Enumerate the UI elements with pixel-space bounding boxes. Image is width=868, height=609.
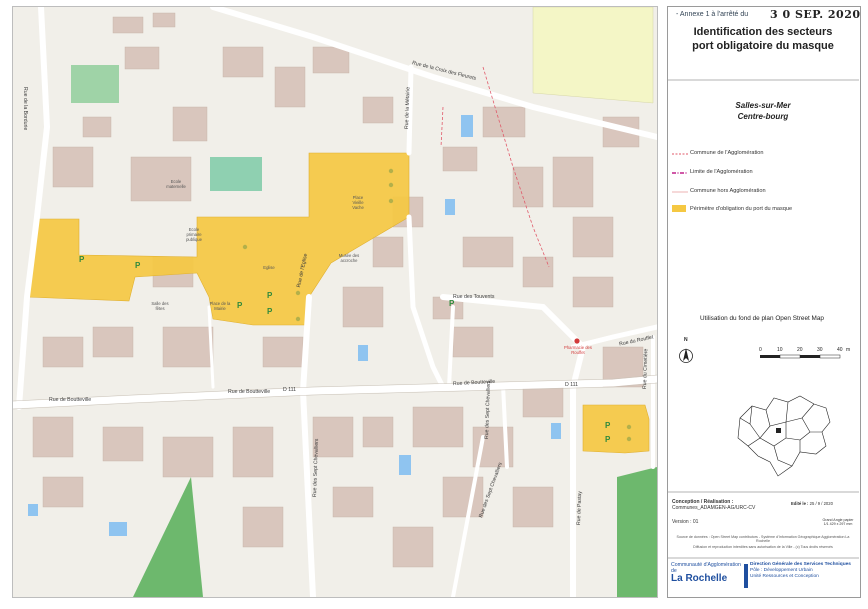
map-canvas[interactable]: Rue de la Bordurie Rue de la Croix des F… [12, 6, 658, 598]
meta-sources: Source de données : Open Street Map cont… [676, 535, 850, 543]
meta-edited-label: Edité le : [791, 501, 809, 506]
meta-edited-value: 25 / 9 / 2020 [809, 501, 833, 506]
map-base [13, 7, 657, 597]
label-salle-des-fetes: Salle des fêtes [151, 301, 169, 312]
label-musee: Musée des accroche [338, 253, 360, 264]
parking-4: P [267, 291, 273, 300]
pool-5 [551, 423, 561, 439]
parking-1: P [79, 255, 85, 264]
pool-6 [28, 504, 38, 516]
pool-4 [399, 455, 411, 475]
divider-2 [667, 491, 859, 493]
title-line-1: Identification des secteurs [693, 26, 833, 38]
label-place-mairie: Place de la Mairie [209, 301, 231, 312]
parking-7: P [605, 435, 611, 444]
label-place-vieille: Place Vieille Vache [352, 195, 364, 211]
place-line-2: Centre-bourg [737, 112, 789, 122]
dir-line-3: Unité Ressources et Conception [750, 573, 819, 579]
label-eglise: Eglise [263, 265, 275, 270]
meta-edited: Edité le : 25 / 9 / 2020 [791, 501, 833, 506]
scale-tick-0: 0 [759, 347, 762, 353]
handwritten-date: 3 0 SEP. 2020 [770, 8, 861, 21]
pharmacy-marker [574, 338, 580, 344]
label-d111-a: D 111 [283, 387, 297, 393]
school-field [210, 157, 262, 191]
place-name: Salles-sur-Mer Centre-bourg [670, 100, 856, 122]
divider-3 [667, 557, 859, 559]
org-logo: Communauté d'Agglomération de La Rochell… [671, 562, 745, 590]
org-line-2: La Rochelle [671, 573, 728, 584]
legend-symbol-limite [672, 172, 688, 174]
meta-conception: Conception / Réalisation : Communes_ADAM… [672, 499, 788, 511]
label-pharmacie: Pharmacie des Rouffet [564, 345, 592, 356]
legend-label-limite: Limite de l'Agglomération [690, 169, 753, 175]
sports-field [71, 65, 119, 103]
annex-label: - Annexe 1 à l'arrêté du [676, 11, 749, 18]
direction-block: Direction Générale des Services Techniqu… [750, 562, 855, 580]
parking-5: P [267, 307, 273, 316]
pool-7 [109, 522, 127, 536]
legend-symbol-hors [672, 191, 688, 193]
label-ecole-maternelle: Ecole maternelle [166, 179, 186, 190]
woods-left [133, 477, 203, 597]
scale-bar [760, 354, 841, 359]
parking-2: P [135, 261, 141, 270]
meta-version: Version : 01 [672, 519, 699, 525]
pool-2 [445, 199, 455, 215]
parking-6: P [605, 421, 611, 430]
parking-3: P [237, 301, 243, 310]
place-line-1: Salles-sur-Mer [735, 101, 791, 110]
pool-3 [358, 345, 368, 361]
legend-symbol-perimetre [672, 205, 686, 212]
legend-symbol-commune [672, 153, 688, 155]
scale-tick-10: 10 [777, 347, 783, 353]
label-rue-boutteville-mid: Rue de Boutteville [228, 389, 271, 395]
scale-unit: m [846, 347, 851, 353]
north-arrow-icon [679, 348, 693, 363]
meta-reproduction: Diffusion et reproduction interdites san… [693, 545, 833, 549]
scale-tick-40: 40 [837, 347, 843, 353]
title-line-2: port obligatoire du masque [692, 39, 834, 52]
pool-1 [461, 115, 473, 137]
legend-label-commune: Commune de l'Agglomération [690, 150, 764, 156]
label-rue-bordurie: Rue de la Bordurie [22, 87, 28, 131]
locator-map [737, 395, 831, 477]
open-field [532, 7, 654, 104]
scale-tick-30: 30 [817, 347, 823, 353]
north-label: N [684, 337, 688, 343]
woods-right [617, 467, 657, 597]
label-ecole-primaire: Ecole primaire publique [186, 227, 202, 243]
legend-label-perimetre: Périmètre d'obligation du port du masque [690, 206, 793, 212]
meta-conception-value: Communes_ADAMGEN-AG/URC-CV [672, 505, 756, 511]
osm-note: Utilisation du fond de plan Open Street … [700, 315, 824, 322]
label-rue-boutteville-left: Rue de Boutteville [49, 397, 92, 403]
legend-label-hors: Commune hors Agglomération [690, 188, 766, 194]
scale-tick-20: 20 [797, 347, 803, 353]
mask-zone-east [582, 404, 650, 454]
parking-8: P [449, 299, 455, 308]
label-rue-touvents: Rue des Touvents [453, 294, 495, 300]
label-d111-b: D 111 [565, 382, 579, 388]
meta-format: Grand Angle papier 1/1 429 x 297 mm [822, 518, 854, 526]
panel-title: Identification des secteurs port obligat… [670, 26, 856, 54]
divider-1 [667, 79, 859, 81]
